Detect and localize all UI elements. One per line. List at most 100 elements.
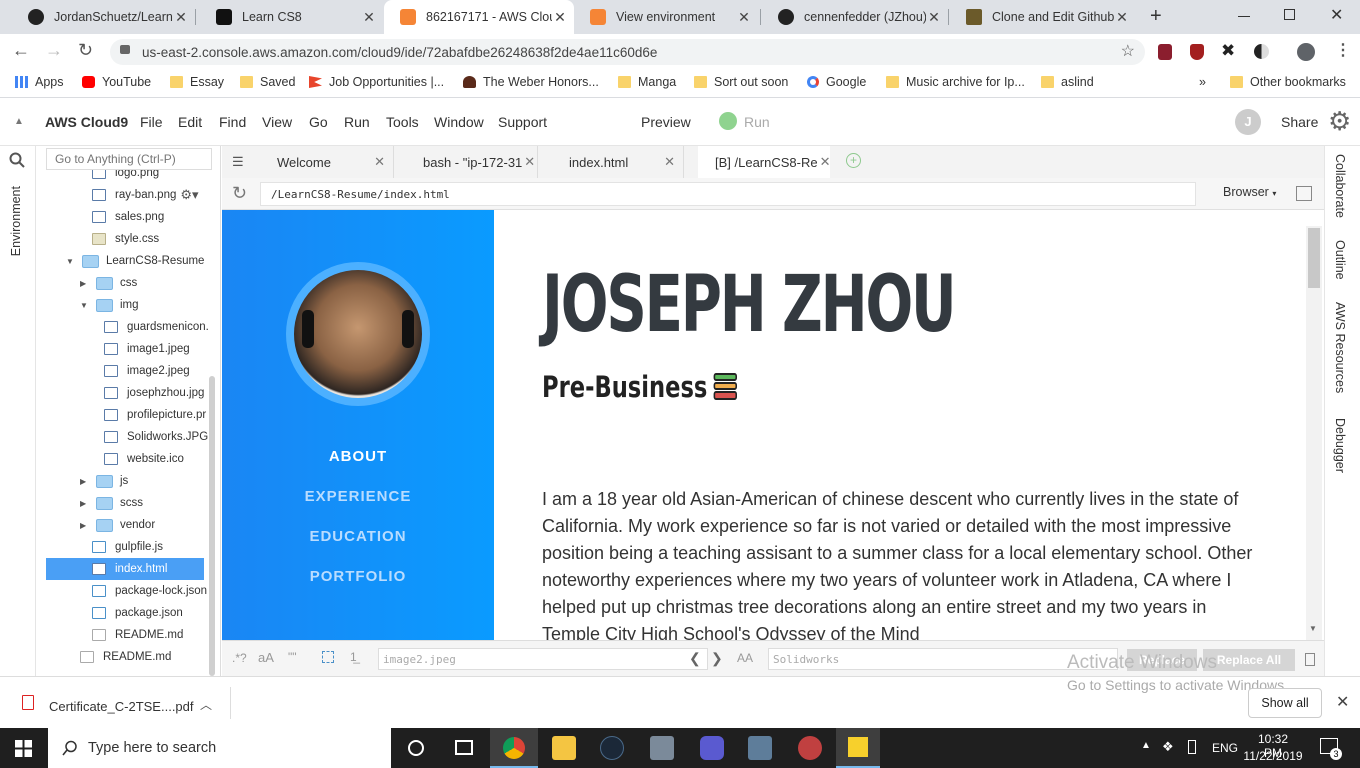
preview-url-field[interactable]: /LearnCS8-Resume/index.html: [260, 182, 1196, 206]
discord-icon[interactable]: [700, 736, 724, 760]
minimize-button[interactable]: [1238, 16, 1250, 17]
address-bar[interactable]: us-east-2.console.aws.amazon.com/cloud9/…: [110, 39, 1145, 65]
tray-chevron-up-icon[interactable]: ▲: [1141, 740, 1151, 751]
tree-file[interactable]: package-lock.json: [92, 580, 207, 602]
tree-file[interactable]: image1.jpeg: [104, 338, 190, 360]
download-file[interactable]: Certificate_C-2TSE....pdf: [49, 699, 194, 714]
menu-edit[interactable]: Edit: [178, 114, 202, 130]
chevron-down-icon[interactable]: ▼: [66, 257, 76, 266]
bookmark-youtube[interactable]: YouTube: [82, 75, 151, 89]
close-tab-icon[interactable]: ✕: [1114, 9, 1130, 26]
browser-tab-active[interactable]: 862167171 - AWS Cloud9 ✕: [384, 0, 574, 34]
forward-icon[interactable]: →: [45, 40, 63, 61]
panel-aws-resources[interactable]: AWS Resources: [1333, 302, 1347, 393]
editor-tab[interactable]: Welcome ✕: [262, 146, 394, 178]
chevron-right-icon[interactable]: ▶: [80, 477, 90, 486]
file-explorer-icon[interactable]: [552, 736, 576, 760]
tree-folder[interactable]: ▶ css: [80, 272, 137, 294]
bookmark-folder[interactable]: aslind: [1041, 75, 1094, 89]
close-downloads-icon[interactable]: ✕: [1336, 692, 1349, 712]
browser-tab[interactable]: View environment ✕: [574, 0, 758, 34]
refresh-icon[interactable]: ↻: [232, 183, 247, 204]
replace-button[interactable]: Replace: [1127, 649, 1197, 671]
chevron-up-icon[interactable]: ︿: [200, 696, 212, 713]
close-tab-icon[interactable]: ✕: [173, 9, 189, 26]
tree-folder[interactable]: ▼ LearnCS8-Resume: [66, 250, 204, 272]
show-all-button[interactable]: Show all: [1248, 688, 1322, 718]
tree-folder[interactable]: ▶ vendor: [80, 514, 155, 536]
tree-folder[interactable]: ▼ img: [80, 294, 139, 316]
tree-file[interactable]: ray-ban.png ⚙▾: [92, 184, 199, 206]
close-tab-icon[interactable]: ✕: [374, 154, 385, 170]
find-next-icon[interactable]: ❯: [711, 650, 723, 667]
back-icon[interactable]: ←: [12, 40, 30, 61]
nav-portfolio[interactable]: PORTFOLIO: [222, 568, 494, 585]
bookmark-folder[interactable]: Manga: [618, 75, 676, 89]
tree-file[interactable]: website.ico: [104, 448, 184, 470]
other-bookmarks[interactable]: Other bookmarks: [1230, 75, 1346, 89]
bookmark-google[interactable]: Google: [807, 75, 866, 89]
nav-experience[interactable]: EXPERIENCE: [222, 488, 494, 505]
tree-folder[interactable]: ▶ scss: [80, 492, 143, 514]
preview-button[interactable]: Preview: [641, 114, 691, 130]
nav-about[interactable]: ABOUT: [222, 448, 494, 465]
panel-debugger[interactable]: Debugger: [1333, 418, 1347, 473]
goto-anything-input[interactable]: [46, 148, 212, 170]
menu-support[interactable]: Support: [498, 114, 547, 130]
sticky-notes-taskbar-item[interactable]: [836, 728, 880, 768]
bookmark-apps[interactable]: Apps: [15, 75, 64, 89]
whole-word-toggle[interactable]: "": [288, 650, 297, 664]
tree-file[interactable]: gulpfile.js: [92, 536, 163, 558]
tree-folder[interactable]: ▶ js: [80, 470, 128, 492]
close-tab-icon[interactable]: ✕: [552, 9, 568, 26]
reload-icon[interactable]: ↻: [78, 40, 93, 61]
user-avatar[interactable]: J: [1235, 109, 1261, 135]
chrome-menu-icon[interactable]: ⋮: [1335, 40, 1351, 60]
menu-tools[interactable]: Tools: [386, 114, 419, 130]
bookmark-link[interactable]: The Weber Honors...: [463, 75, 599, 89]
more-bookmarks-button[interactable]: »: [1199, 75, 1206, 89]
menu-run[interactable]: Run: [344, 114, 370, 130]
browser-dropdown[interactable]: Browser ▾: [1223, 185, 1276, 199]
regex-toggle[interactable]: .*?: [232, 651, 247, 665]
close-tab-icon[interactable]: ✕: [820, 154, 830, 170]
bookmark-link[interactable]: Job Opportunities |...: [309, 75, 444, 89]
extension-icon[interactable]: [1158, 44, 1172, 60]
browser-tab[interactable]: Learn CS8 ✕: [200, 0, 383, 34]
close-tab-icon[interactable]: ✕: [361, 9, 377, 26]
panel-collaborate[interactable]: Collaborate: [1333, 154, 1347, 218]
bookmark-folder[interactable]: Music archive for Ip...: [886, 75, 1025, 89]
tab-menu-icon[interactable]: ☰: [232, 154, 244, 170]
tree-file[interactable]: README.md: [92, 624, 183, 646]
network-icon[interactable]: [1188, 740, 1196, 754]
nav-education[interactable]: EDUCATION: [222, 528, 494, 545]
selection-toggle[interactable]: [322, 651, 334, 663]
replace-input[interactable]: Solidworks: [768, 648, 1118, 670]
close-tab-icon[interactable]: ✕: [664, 154, 675, 170]
dropbox-icon[interactable]: ❖: [1162, 739, 1174, 755]
preview-scrollbar[interactable]: ▼: [1306, 226, 1322, 640]
chevron-right-icon[interactable]: ▶: [80, 279, 90, 288]
tree-file[interactable]: package.json: [92, 602, 183, 624]
tree-file-selected[interactable]: index.html: [46, 558, 204, 580]
tree-file[interactable]: Solidworks.JPG: [104, 426, 208, 448]
chevron-down-icon[interactable]: ▼: [80, 301, 90, 310]
cortana-icon[interactable]: [408, 740, 424, 756]
tree-file[interactable]: guardsmenicon.: [104, 316, 209, 338]
tree-file[interactable]: README.md: [80, 646, 171, 668]
close-tab-icon[interactable]: ✕: [524, 154, 535, 170]
browser-tab[interactable]: Clone and Edit Github Repositories ✕: [950, 0, 1136, 34]
scroll-thumb[interactable]: [1308, 228, 1320, 288]
new-tab-button[interactable]: +: [1150, 5, 1162, 28]
popout-icon[interactable]: [1296, 186, 1312, 201]
wrap-toggle[interactable]: 1̲: [350, 650, 357, 664]
run-button[interactable]: Run: [744, 114, 770, 130]
menu-file[interactable]: File: [140, 114, 163, 130]
collapse-menu-icon[interactable]: ▲: [14, 116, 24, 127]
bookmark-folder[interactable]: Saved: [240, 75, 295, 89]
environment-tab[interactable]: Environment: [9, 186, 23, 256]
tree-file[interactable]: style.css: [92, 228, 159, 250]
app-icon[interactable]: [748, 736, 772, 760]
scroll-down-icon[interactable]: ▼: [1309, 624, 1317, 633]
profile-avatar[interactable]: [1297, 43, 1315, 61]
